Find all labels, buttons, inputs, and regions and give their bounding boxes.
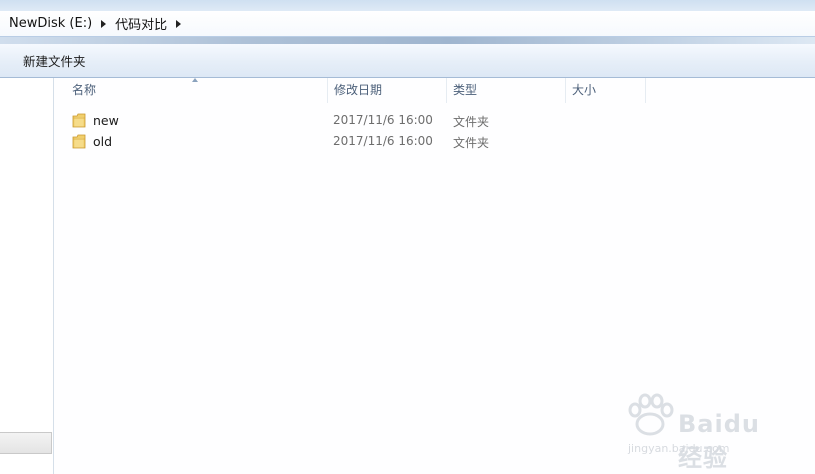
- file-type: 文件夹: [453, 115, 490, 129]
- folder-icon: [72, 113, 86, 128]
- paw-logo-icon: [628, 393, 674, 436]
- file-name: new: [93, 113, 119, 128]
- navigation-pane[interactable]: [0, 78, 54, 474]
- column-header-name[interactable]: 名称: [66, 78, 328, 103]
- new-folder-button[interactable]: 新建文件夹: [17, 48, 92, 73]
- file-row[interactable]: new 2017/11/6 16:00 文件夹: [68, 111, 748, 131]
- file-name: old: [93, 134, 113, 149]
- column-header-size[interactable]: 大小: [566, 78, 646, 103]
- breadcrumb-chevron-icon[interactable]: [176, 19, 182, 28]
- breadcrumb-drive[interactable]: NewDisk (E:): [6, 16, 95, 31]
- breadcrumb-chevron-icon[interactable]: [101, 19, 107, 28]
- file-row[interactable]: old 2017/11/6 16:00 文件夹: [68, 132, 748, 152]
- command-bar: 新建文件夹: [0, 44, 815, 78]
- address-bar[interactable]: NewDisk (E:) 代码对比: [0, 11, 815, 37]
- file-modified-date: 2017/11/6 16:00: [333, 134, 433, 148]
- breadcrumb-folder[interactable]: 代码对比: [112, 14, 170, 33]
- column-header-modified[interactable]: 修改日期: [328, 78, 447, 103]
- baidu-jingyan-watermark: Baidu 经验 jingyan.baidu.com: [622, 392, 782, 472]
- file-type: 文件夹: [453, 136, 490, 150]
- watermark-url: jingyan.baidu.com: [628, 442, 730, 455]
- column-header-row: 名称 修改日期 类型 大小: [54, 78, 815, 103]
- column-header-type[interactable]: 类型: [447, 78, 566, 103]
- nav-pane-scroll-element[interactable]: [0, 432, 52, 454]
- toolbar-separator: [0, 37, 815, 44]
- folder-icon: [72, 134, 86, 149]
- file-modified-date: 2017/11/6 16:00: [333, 113, 433, 127]
- window-top-strip: [0, 0, 815, 11]
